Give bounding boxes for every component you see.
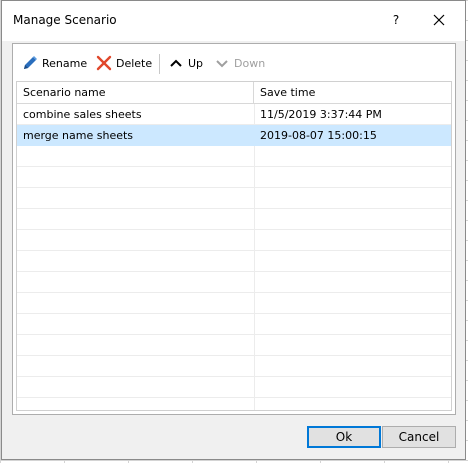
- delete-button[interactable]: Delete: [95, 52, 152, 74]
- scenario-name-cell: merge name sheets: [23, 129, 134, 142]
- pencil-icon: [21, 54, 39, 72]
- scenario-name-cell: combine sales sheets: [23, 108, 142, 121]
- chevron-down-icon: [213, 54, 231, 72]
- delete-label: Delete: [116, 56, 153, 70]
- save-time-cell: 2019-08-07 15:00:15: [260, 129, 377, 142]
- toolbar: Rename Delete Up Down: [13, 44, 455, 76]
- cancel-button[interactable]: Cancel: [382, 426, 456, 448]
- close-button[interactable]: [422, 5, 456, 35]
- table-row[interactable]: combine sales sheets 11/5/2019 3:37:44 P…: [17, 104, 451, 125]
- save-time-cell: 11/5/2019 3:37:44 PM: [260, 108, 382, 121]
- list-header: Scenario name Save time: [17, 82, 451, 104]
- down-button[interactable]: Down: [213, 52, 265, 74]
- up-label: Up: [188, 56, 204, 70]
- up-button[interactable]: Up: [167, 52, 203, 74]
- close-icon: [433, 14, 445, 26]
- table-row[interactable]: merge name sheets 2019-08-07 15:00:15: [17, 125, 451, 146]
- rename-label: Rename: [42, 56, 88, 70]
- down-label: Down: [234, 56, 266, 70]
- ok-button[interactable]: Ok: [307, 426, 381, 448]
- chevron-up-icon: [167, 54, 185, 72]
- column-header-scenario-name[interactable]: Scenario name: [17, 82, 254, 103]
- title-bar: Manage Scenario ?: [2, 1, 465, 41]
- help-button[interactable]: ?: [385, 8, 407, 32]
- toolbar-separator: [159, 54, 160, 74]
- column-header-save-time[interactable]: Save time: [254, 82, 451, 103]
- dialog-title: Manage Scenario: [13, 13, 117, 27]
- x-icon: [95, 54, 113, 72]
- scenario-list[interactable]: Scenario name Save time combine sales sh…: [16, 81, 452, 411]
- scenario-panel: Rename Delete Up Down Scenario name Save…: [12, 43, 456, 415]
- manage-scenario-dialog: Manage Scenario ? Rename Delete Up Down …: [1, 0, 466, 460]
- rename-button[interactable]: Rename: [21, 52, 87, 74]
